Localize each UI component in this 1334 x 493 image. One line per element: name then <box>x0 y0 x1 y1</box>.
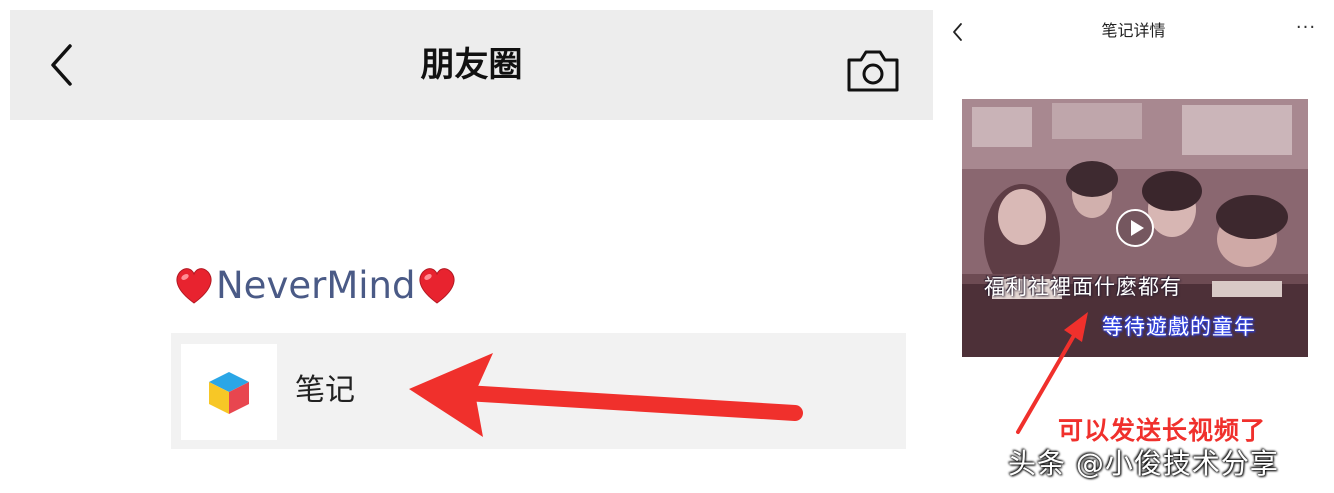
page-title: 朋友圈 <box>420 45 523 85</box>
camera-button[interactable] <box>843 46 903 96</box>
note-thumbnail <box>181 344 277 440</box>
video-subtitle-line-1: 福利社裡面什麼都有 <box>984 275 1182 299</box>
play-button[interactable] <box>1115 208 1155 248</box>
video-subtitle-line-2: 等待遊戲的童年 <box>1102 315 1256 339</box>
heart-emoji-icon <box>420 268 455 304</box>
heart-emoji-icon <box>176 268 212 304</box>
author-name: NeverMind <box>216 263 416 307</box>
watermark: 头条 @小俊技术分享 <box>1008 447 1279 480</box>
camera-icon <box>847 50 899 92</box>
note-cube-icon <box>209 372 249 414</box>
author-name-row[interactable]: NeverMind <box>172 258 459 312</box>
moments-screen: 朋友圈 NeverMind 笔记 <box>0 0 933 493</box>
annotation-caption: 可以发送长视频了 <box>1058 416 1267 445</box>
moments-top-bar: 朋友圈 <box>10 10 933 120</box>
page-title: 笔记详情 <box>1101 21 1166 40</box>
annotation-arrow <box>409 353 803 437</box>
note-label: 笔记 <box>295 373 355 408</box>
more-icon[interactable]: ··· <box>1291 18 1321 44</box>
play-icon <box>1116 209 1154 247</box>
